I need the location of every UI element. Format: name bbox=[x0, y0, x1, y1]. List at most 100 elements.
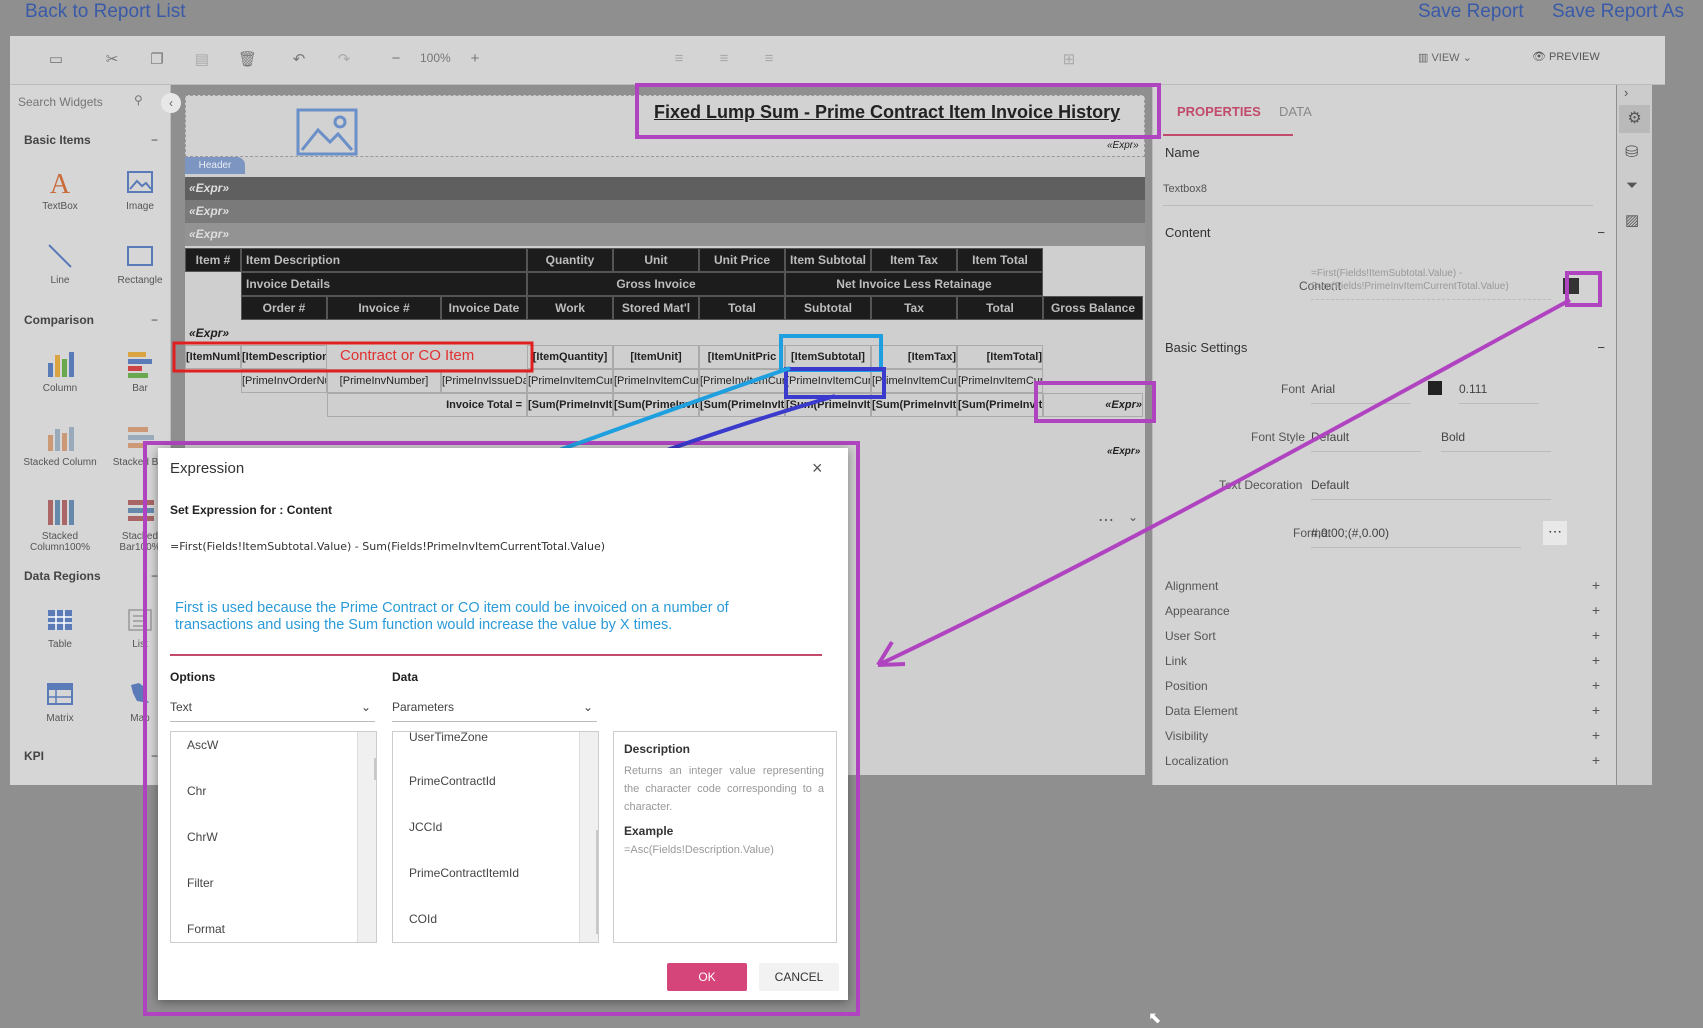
canvas-more-icon[interactable]: ⋯ bbox=[1098, 510, 1114, 530]
gear-icon[interactable]: ⚙ bbox=[1619, 105, 1650, 133]
col-item-number[interactable]: Item # bbox=[185, 248, 241, 272]
group-appearance[interactable]: Appearance bbox=[1165, 604, 1230, 618]
font-style-select[interactable]: Default bbox=[1311, 430, 1421, 452]
section-basic-items[interactable]: Basic Items − bbox=[10, 127, 170, 153]
col-item-tax[interactable]: Item Tax bbox=[871, 248, 957, 272]
widget-textbox[interactable]: A TextBox bbox=[20, 153, 100, 227]
expand-icon[interactable]: + bbox=[1592, 702, 1600, 718]
font-color-swatch[interactable] bbox=[1428, 381, 1442, 395]
widget-stacked-column[interactable]: Stacked Column bbox=[20, 409, 100, 483]
expression-editor[interactable]: =First(Fields!ItemSubtotal.Value) - Sum(… bbox=[170, 540, 830, 553]
cell-item-quantity[interactable]: [ItemQuantity] bbox=[527, 345, 613, 369]
section-kpi[interactable]: KPI − bbox=[10, 743, 170, 769]
back-to-report-list-link[interactable]: Back to Report List bbox=[25, 1, 186, 23]
col-subtotal[interactable]: Subtotal bbox=[785, 296, 871, 320]
cell-item-total[interactable]: [ItemTotal] bbox=[957, 345, 1043, 369]
list-item[interactable]: PrimeContractItemId bbox=[409, 866, 519, 880]
cell-item-subtotal[interactable]: [ItemSubtotal] bbox=[785, 345, 871, 369]
font-size-input[interactable]: 0.111 bbox=[1459, 382, 1539, 404]
cell-total[interactable]: [PrimeInvItemCur bbox=[699, 369, 785, 393]
expand-icon[interactable]: + bbox=[1592, 652, 1600, 668]
format-more-button[interactable]: ⋯ bbox=[1543, 521, 1567, 545]
widget-matrix[interactable]: Matrix bbox=[20, 665, 100, 739]
filter-icon[interactable]: ⏷ bbox=[1626, 177, 1638, 194]
group-user-sort[interactable]: User Sort bbox=[1165, 629, 1216, 643]
delete-icon[interactable]: 🗑 bbox=[238, 50, 257, 68]
copy-icon[interactable]: ❐ bbox=[148, 50, 166, 68]
content-expression-button[interactable] bbox=[1563, 278, 1579, 294]
sum-net-total[interactable]: [Sum(PrimeInvIte bbox=[957, 393, 1043, 417]
search-widgets-input[interactable] bbox=[16, 91, 140, 113]
cell-tax[interactable]: [PrimeInvItemCurr bbox=[871, 369, 957, 393]
name-field[interactable]: Textbox8 bbox=[1163, 183, 1593, 206]
database-icon[interactable]: ⛁ bbox=[1625, 142, 1638, 162]
widget-table[interactable]: Table bbox=[20, 591, 100, 665]
align-left-icon[interactable]: ≡ bbox=[670, 50, 688, 68]
section-data-regions[interactable]: Data Regions − bbox=[10, 563, 170, 589]
cell-subtotal[interactable]: [PrimeInvItemCur bbox=[785, 369, 871, 393]
search-icon[interactable]: ⚲ bbox=[134, 93, 143, 107]
expr-bar-3[interactable]: «Expr» bbox=[185, 223, 1145, 246]
cell-item-unit[interactable]: [ItemUnit] bbox=[613, 345, 699, 369]
col-quantity[interactable]: Quantity bbox=[527, 248, 613, 272]
undo-icon[interactable]: ↶ bbox=[290, 50, 308, 68]
ok-button[interactable]: OK bbox=[667, 963, 747, 991]
cell-stored[interactable]: [PrimeInvItemCurr bbox=[613, 369, 699, 393]
cell-item-number[interactable]: [ItemNumb bbox=[185, 345, 241, 369]
collapse-sidebar-button[interactable]: ‹ bbox=[161, 93, 181, 113]
group-localization[interactable]: Localization bbox=[1165, 754, 1228, 768]
text-decoration-select[interactable]: Default bbox=[1311, 478, 1551, 500]
expand-icon[interactable]: + bbox=[1592, 727, 1600, 743]
widget-column[interactable]: Column bbox=[20, 335, 100, 409]
font-weight-select[interactable]: Bold bbox=[1441, 430, 1551, 452]
preview-button[interactable]: 👁 PREVIEW bbox=[1532, 50, 1600, 63]
cell-invoice-number[interactable]: [PrimeInvNumber] bbox=[327, 369, 441, 393]
col-gross-balance[interactable]: Gross Balance bbox=[1043, 296, 1143, 320]
footer-expr[interactable]: «Expr» bbox=[1107, 446, 1140, 457]
widget-image[interactable]: Image bbox=[100, 153, 180, 227]
redo-icon[interactable]: ↷ bbox=[335, 50, 353, 68]
paste-icon[interactable]: ▤ bbox=[193, 50, 211, 68]
canvas-expand-icon[interactable]: ⌄ bbox=[1128, 510, 1138, 524]
list-item[interactable]: UserTimeZone bbox=[409, 732, 488, 744]
expand-icon[interactable]: + bbox=[1592, 677, 1600, 693]
options-scrollbar[interactable] bbox=[357, 732, 376, 942]
tab-data[interactable]: DATA bbox=[1279, 104, 1312, 119]
col-total[interactable]: Total bbox=[699, 296, 785, 320]
col-total-net[interactable]: Total bbox=[957, 296, 1043, 320]
expand-icon[interactable]: + bbox=[1592, 602, 1600, 618]
list-item[interactable]: PrimeContractId bbox=[409, 774, 496, 788]
group-link[interactable]: Link bbox=[1165, 654, 1187, 668]
align-right-icon[interactable]: ≡ bbox=[760, 50, 778, 68]
cell-invoice-date[interactable]: [PrimeInvIssueDat bbox=[441, 369, 527, 393]
view-toggle[interactable]: ▥ VIEW ⌄ bbox=[1418, 51, 1472, 64]
tab-properties[interactable]: PROPERTIES bbox=[1177, 104, 1261, 119]
section-comparison[interactable]: Comparison − bbox=[10, 307, 170, 333]
col-unit-price[interactable]: Unit Price bbox=[699, 248, 785, 272]
col-item-subtotal[interactable]: Item Subtotal bbox=[785, 248, 871, 272]
group-data-element[interactable]: Data Element bbox=[1165, 704, 1238, 718]
align-center-icon[interactable]: ≡ bbox=[715, 50, 733, 68]
scroll-thumb[interactable] bbox=[596, 830, 598, 934]
chevron-right-icon[interactable]: › bbox=[1624, 85, 1628, 100]
cell-net-total[interactable]: [PrimeInvItemCur bbox=[957, 369, 1043, 393]
report-title[interactable]: Fixed Lump Sum - Prime Contract Item Inv… bbox=[654, 102, 1120, 123]
list-item[interactable]: JCCId bbox=[409, 820, 442, 834]
col-gross-invoice[interactable]: Gross Invoice bbox=[527, 272, 785, 296]
col-unit[interactable]: Unit bbox=[613, 248, 699, 272]
list-item[interactable]: AscW bbox=[187, 738, 218, 752]
col-work[interactable]: Work bbox=[527, 296, 613, 320]
font-family-select[interactable]: Arial bbox=[1311, 382, 1411, 404]
col-item-total[interactable]: Item Total bbox=[957, 248, 1043, 272]
expand-icon[interactable]: + bbox=[1592, 577, 1600, 593]
col-stored-matl[interactable]: Stored Mat'l bbox=[613, 296, 699, 320]
content-field[interactable]: =First(Fields!ItemSubtotal.Value) - Sum(… bbox=[1311, 267, 1551, 300]
zoom-in-icon[interactable]: + bbox=[466, 50, 484, 68]
cancel-button[interactable]: CANCEL bbox=[759, 963, 839, 991]
basic-settings-header[interactable]: Basic Settings − bbox=[1165, 340, 1605, 355]
group-expr[interactable]: «Expr» bbox=[185, 322, 1145, 345]
col-item-description[interactable]: Item Description bbox=[241, 248, 527, 272]
cut-icon[interactable]: ✂ bbox=[103, 50, 121, 68]
data-select[interactable]: Parameters ⌄ bbox=[392, 700, 597, 722]
save-report-link[interactable]: Save Report bbox=[1418, 1, 1524, 23]
